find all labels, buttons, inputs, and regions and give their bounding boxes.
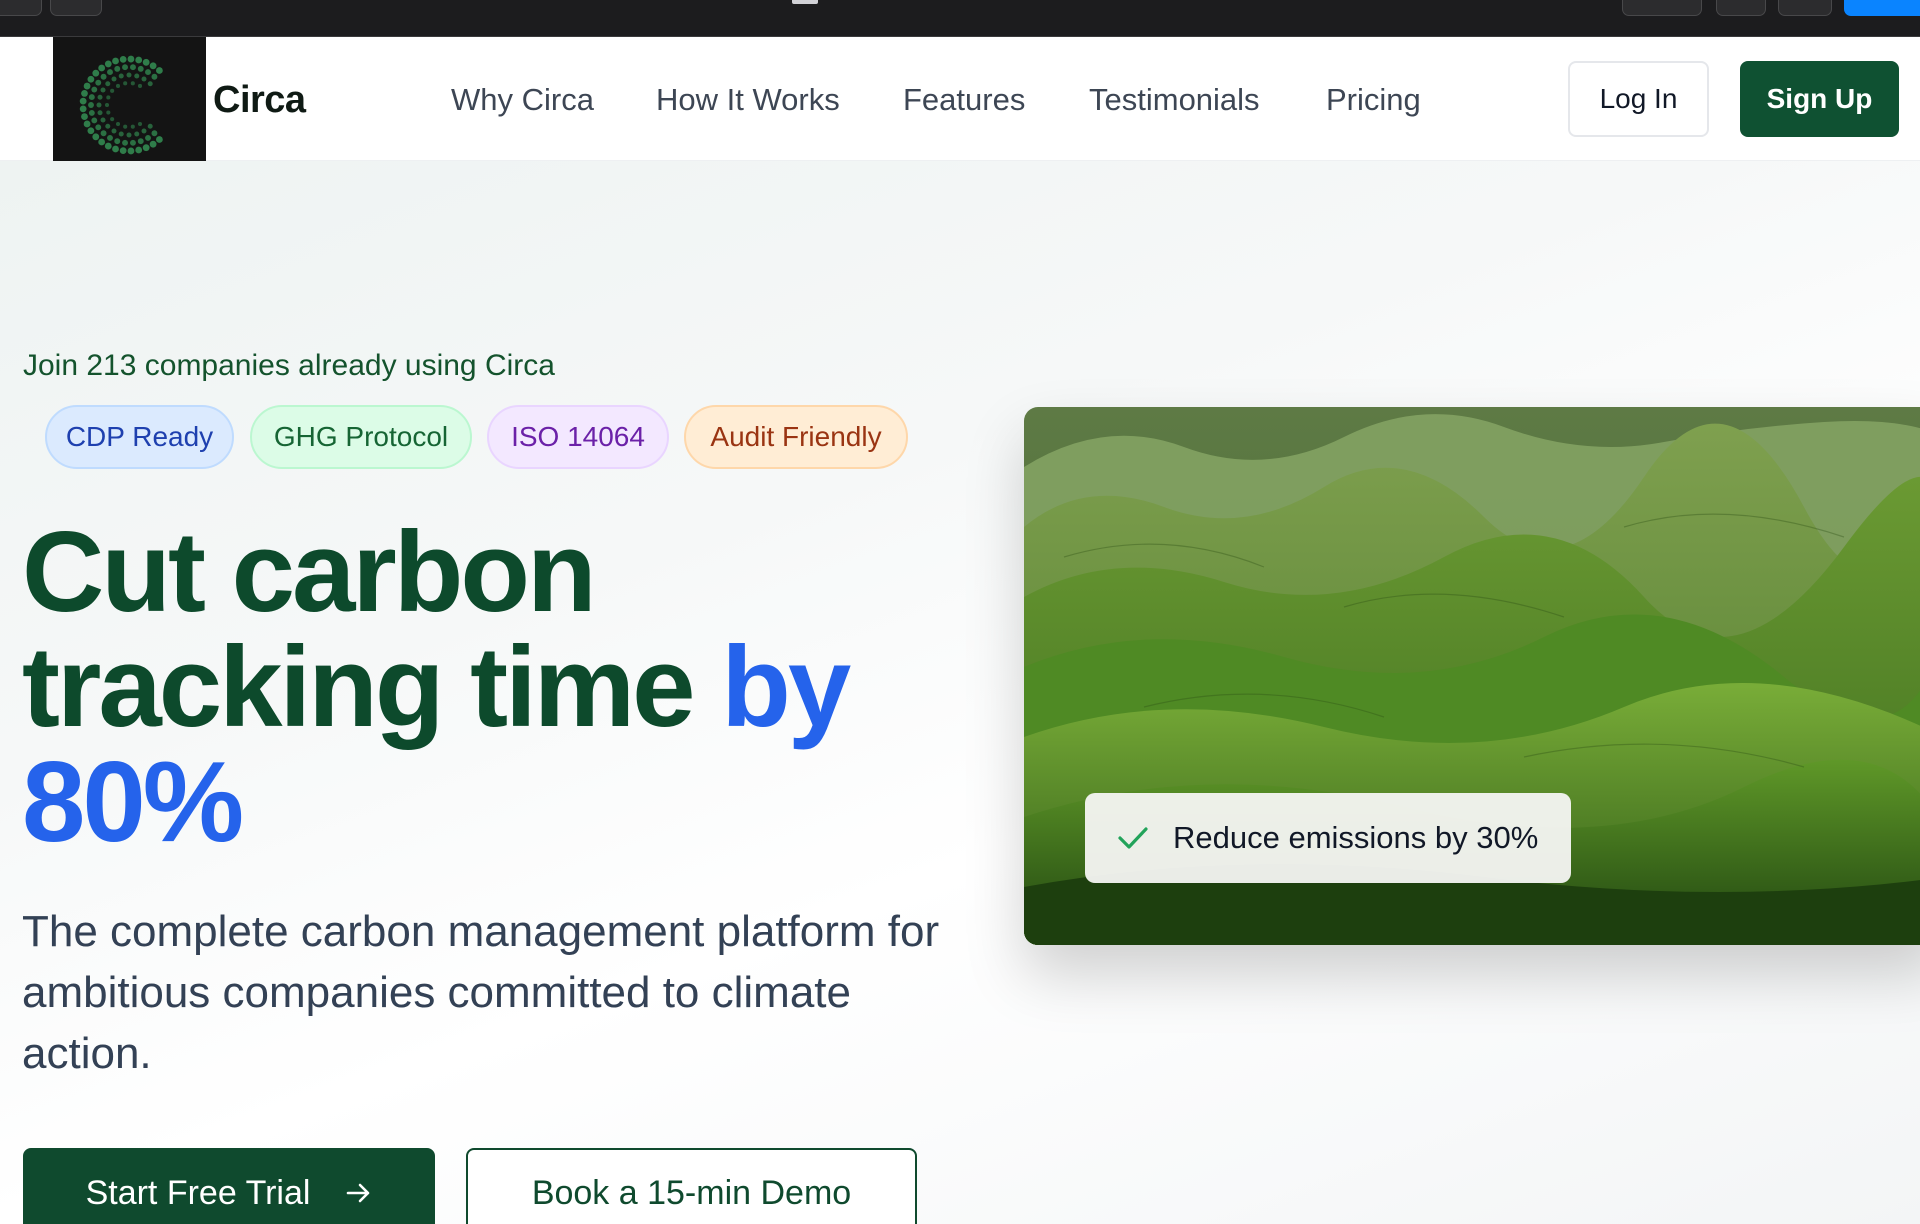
code-view-button[interactable] <box>1778 0 1832 16</box>
sidebar-icon[interactable] <box>792 0 818 4</box>
nav-link-features[interactable]: Features <box>903 82 1025 118</box>
nav-link-why-circa[interactable]: Why Circa <box>451 82 594 118</box>
badge-iso-14064: ISO 14064 <box>487 405 669 469</box>
badge-ghg-protocol: GHG Protocol <box>250 405 472 469</box>
browser-toolbar <box>0 0 1920 37</box>
emissions-stat-card: Reduce emissions by 30% <box>1085 793 1571 883</box>
headline-highlight-percent: 80% <box>22 739 244 866</box>
headline-line-2: tracking time <box>22 624 696 751</box>
headline-line-1: Cut carbon <box>22 509 597 636</box>
badge-audit-friendly: Audit Friendly <box>684 405 908 469</box>
nav-link-how-it-works[interactable]: How It Works <box>656 82 840 118</box>
hero-headline: Cut carbon tracking time by 80% <box>22 515 982 860</box>
site-header: Circa Why Circa How It Works Features Te… <box>0 37 1920 175</box>
logo[interactable] <box>53 37 206 175</box>
nav-link-testimonials[interactable]: Testimonials <box>1089 82 1260 118</box>
checkmark-icon <box>1118 827 1148 849</box>
nav-link-pricing[interactable]: Pricing <box>1326 82 1421 118</box>
share-button[interactable] <box>1844 0 1920 16</box>
extension-button[interactable] <box>1716 0 1766 16</box>
forward-button[interactable] <box>50 0 102 16</box>
start-free-trial-button[interactable]: Start Free Trial <box>23 1148 435 1224</box>
emissions-stat-label: Reduce emissions by 30% <box>1173 820 1539 855</box>
book-demo-button[interactable]: Book a 15-min Demo <box>466 1148 917 1224</box>
login-button[interactable]: Log In <box>1568 61 1709 137</box>
headline-highlight-by: by <box>721 624 851 751</box>
badge-cdp-ready: CDP Ready <box>45 405 234 469</box>
hero-subtitle: The complete carbon management platform … <box>22 907 940 1078</box>
arrow-right-icon <box>347 1183 370 1203</box>
signup-button[interactable]: Sign Up <box>1740 61 1899 137</box>
start-free-trial-label: Start Free Trial <box>85 1173 311 1212</box>
back-button[interactable] <box>0 0 42 16</box>
social-proof-text: Join 213 companies already using Circa <box>23 349 555 382</box>
tab-control-button[interactable] <box>1622 0 1702 16</box>
brand-name[interactable]: Circa <box>213 79 306 122</box>
dotted-circle-c-logo-icon <box>79 55 163 155</box>
